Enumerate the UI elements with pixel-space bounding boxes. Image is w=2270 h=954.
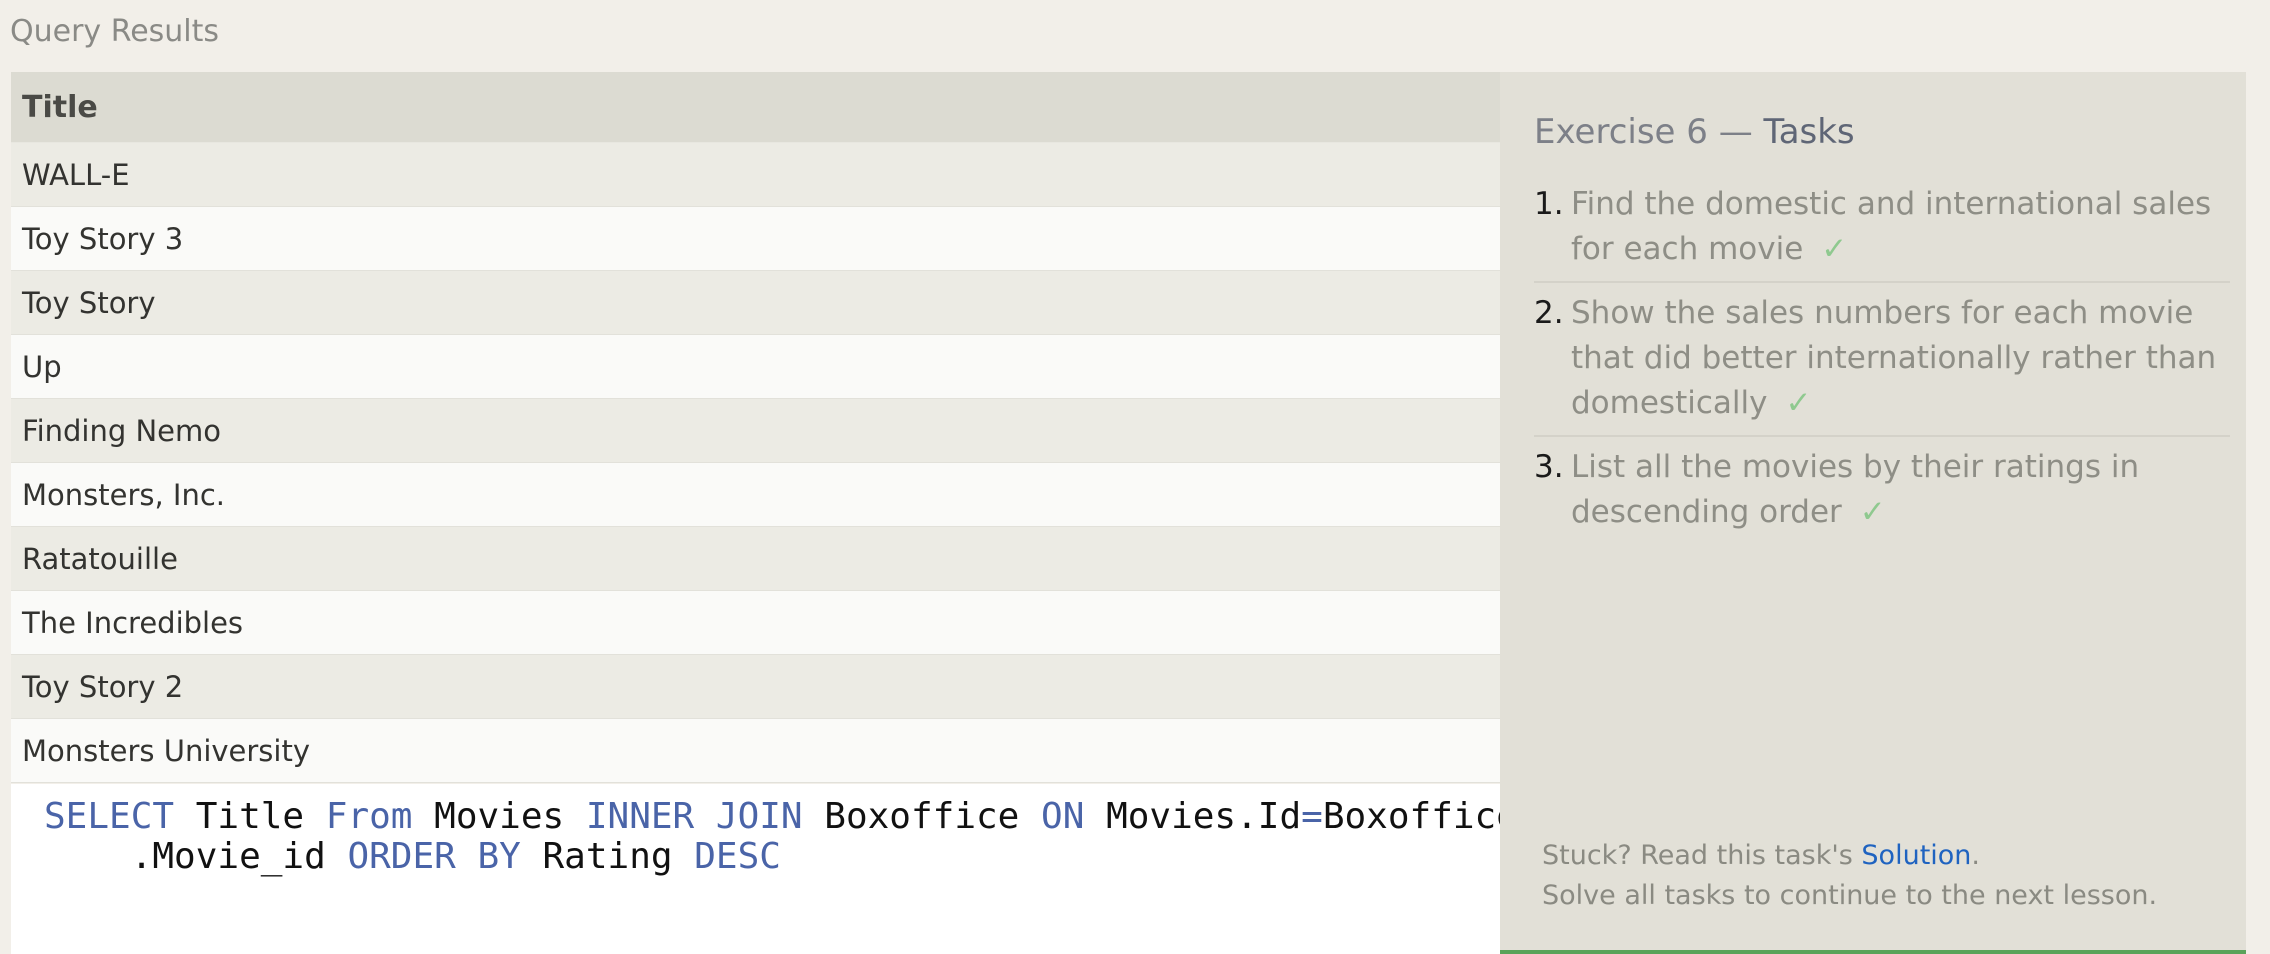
table-cell-title: The Incredibles <box>11 590 1500 655</box>
table-row: WALL-E <box>11 142 1500 207</box>
sql-text: Title <box>174 796 326 837</box>
table-cell-title: Up <box>11 334 1500 399</box>
task-text-wrapper: Find the domestic and international sale… <box>1571 182 2230 272</box>
table-row: Monsters, Inc. <box>11 462 1500 527</box>
tasks-title: Exercise 6 — Tasks <box>1534 112 1855 152</box>
help-suffix: . <box>1971 840 1981 871</box>
sql-keyword: From <box>325 796 413 837</box>
tasks-title-prefix: Exercise 6 — <box>1534 112 1764 152</box>
sql-editor[interactable]: SELECT Title From Movies INNER JOIN Boxo… <box>11 784 1518 954</box>
sql-keyword: INNER JOIN <box>585 796 803 837</box>
table-cell-title: WALL-E <box>11 142 1500 207</box>
solution-link[interactable]: Solution <box>1861 840 1971 871</box>
table-header-row: Title <box>11 72 1500 143</box>
results-table: Title WALL-E Toy Story 3 Toy Story Up Findin… <box>11 72 1500 783</box>
table-cell-title: Monsters, Inc. <box>11 462 1500 527</box>
table-row: Monsters University <box>11 718 1500 783</box>
task-item: 2. Show the sales numbers for each movie … <box>1534 291 2230 437</box>
table-row: Up <box>11 334 1500 399</box>
sql-text: Movies.Id <box>1084 796 1302 837</box>
table-row: Ratatouille <box>11 526 1500 591</box>
task-text-wrapper: List all the movies by their ratings in … <box>1571 445 2230 535</box>
tasks-panel: Exercise 6 — Tasks 1. Find the domestic a… <box>1500 72 2246 954</box>
table-cell-title: Monsters University <box>11 718 1500 783</box>
sql-text: Rating <box>520 836 695 877</box>
task-number: 1. <box>1534 186 1564 222</box>
task-number: 3. <box>1534 449 1564 485</box>
task-text: List all the movies by their ratings in … <box>1571 449 2140 530</box>
table-row: Toy Story 2 <box>11 654 1500 719</box>
table-row: Finding Nemo <box>11 398 1500 463</box>
checkmark-icon: ✓ <box>1821 231 1848 267</box>
results-body: WALL-E Toy Story 3 Toy Story Up Finding Nemo… <box>11 142 1500 783</box>
table-cell-title: Finding Nemo <box>11 398 1500 463</box>
checkmark-icon: ✓ <box>1859 494 1886 530</box>
table-row: Toy Story <box>11 270 1500 335</box>
sql-keyword: = <box>1301 796 1323 837</box>
table-cell-title: Ratatouille <box>11 526 1500 591</box>
task-number: 2. <box>1534 295 1564 331</box>
column-header-title[interactable]: Title <box>11 72 1500 143</box>
table-row: Toy Story 3 <box>11 206 1500 271</box>
sql-text: Boxoffice <box>802 796 1042 837</box>
sql-keyword: ORDER BY <box>347 836 521 877</box>
task-list: 1. Find the domestic and international sa… <box>1534 182 2230 552</box>
task-text: Show the sales numbers for each movie th… <box>1571 295 2217 421</box>
sql-keyword: DESC <box>694 836 781 877</box>
help-text: Stuck? Read this task's Solution. Solve … <box>1542 836 2157 916</box>
tasks-title-accent: Tasks <box>1763 112 1855 152</box>
table-cell-title: Toy Story <box>11 270 1500 335</box>
task-text-wrapper: Show the sales numbers for each movie th… <box>1571 291 2230 426</box>
help-prefix: Stuck? Read this task's <box>1542 840 1862 871</box>
table-cell-title: Toy Story 2 <box>11 654 1500 719</box>
table-row: The Incredibles <box>11 590 1500 655</box>
help-line-1: Stuck? Read this task's Solution. <box>1542 836 2157 876</box>
query-results-label: Query Results <box>10 14 220 49</box>
help-line-2: Solve all tasks to continue to the next … <box>1542 880 2158 911</box>
sql-keyword: SELECT <box>44 796 175 837</box>
task-item: 3. List all the movies by their ratings i… <box>1534 445 2230 544</box>
table-cell-title: Toy Story 3 <box>11 206 1500 271</box>
sql-text: Movies <box>412 796 586 837</box>
task-item: 1. Find the domestic and international sa… <box>1534 182 2230 283</box>
sql-keyword: ON <box>1041 796 1085 837</box>
task-text: Find the domestic and international sale… <box>1571 186 2212 267</box>
checkmark-icon: ✓ <box>1785 385 1812 421</box>
